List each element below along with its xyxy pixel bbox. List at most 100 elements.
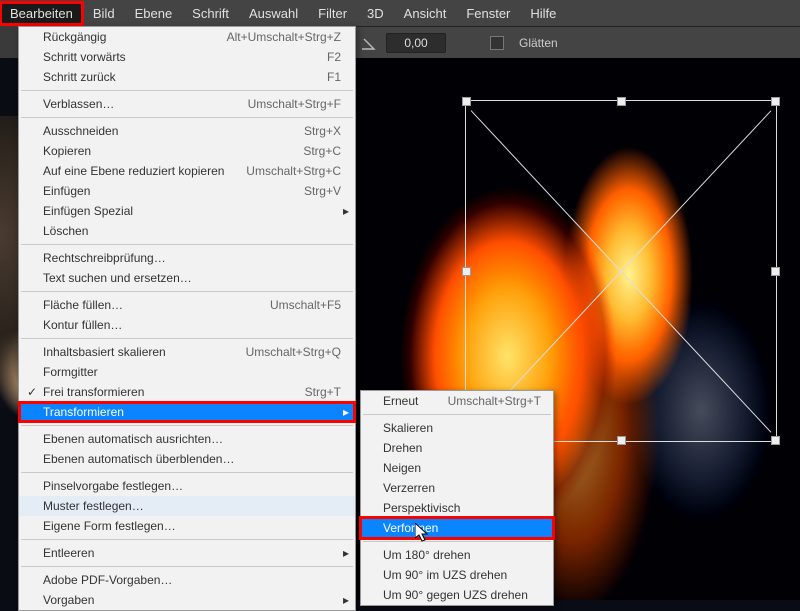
handle-tl[interactable] (462, 97, 471, 106)
transform-submenu: ErneutUmschalt+Strg+T Skalieren Drehen Neig… (360, 390, 554, 606)
edit-item-eigene-form-festlegen[interactable]: Eigene Form festlegen… (19, 516, 355, 536)
submenu-item-shortcut: Umschalt+Strg+T (448, 394, 541, 408)
menu-item-label: Ebenen automatisch überblenden… (43, 452, 341, 466)
menu-item-shortcut: F2 (327, 50, 341, 64)
submenu-item-label: Erneut (383, 394, 448, 408)
edit-item-adobe-pdf-vorgaben[interactable]: Adobe PDF-Vorgaben… (19, 570, 355, 590)
edit-item-rechtschreibpr-fung[interactable]: Rechtschreibprüfung… (19, 248, 355, 268)
menu-item-label: Verblassen… (43, 97, 248, 111)
menu-item-shortcut: F1 (327, 70, 341, 84)
edit-item-ausschneiden[interactable]: AusschneidenStrg+X (19, 121, 355, 141)
handle-tm[interactable] (617, 97, 626, 106)
edit-item-l-schen[interactable]: Löschen (19, 221, 355, 241)
menu-filter[interactable]: Filter (308, 2, 357, 25)
edit-item-verblassen[interactable]: Verblassen…Umschalt+Strg+F (19, 94, 355, 114)
menu-fenster[interactable]: Fenster (456, 2, 520, 25)
edit-item-vorgaben[interactable]: Vorgaben▸ (19, 590, 355, 610)
handle-ml[interactable] (462, 267, 471, 276)
edit-item-ebenen-automatisch-ausrichten[interactable]: Ebenen automatisch ausrichten… (19, 429, 355, 449)
edit-item-schritt-vorw-rts[interactable]: Schritt vorwärtsF2 (19, 47, 355, 67)
menu-item-shortcut: Strg+V (304, 184, 341, 198)
menu-item-label: Adobe PDF-Vorgaben… (43, 573, 341, 587)
menu-item-label: Einfügen Spezial (43, 204, 341, 218)
menu-item-label: Kopieren (43, 144, 303, 158)
menu-item-label: Ausschneiden (43, 124, 304, 138)
submenu-arrow-icon: ▸ (343, 405, 349, 419)
edit-item-auf-eine-ebene-reduziert-kopieren[interactable]: Auf eine Ebene reduziert kopierenUmschal… (19, 161, 355, 181)
submenu-item-label: Perspektivisch (383, 501, 541, 515)
edit-item-kopieren[interactable]: KopierenStrg+C (19, 141, 355, 161)
menu-item-label: Formgitter (43, 365, 341, 379)
transform-item-skalieren[interactable]: Skalieren (361, 418, 553, 438)
menu-item-label: Inhaltsbasiert skalieren (43, 345, 246, 359)
menu-item-label: Rechtschreibprüfung… (43, 251, 341, 265)
handle-mr[interactable] (771, 267, 780, 276)
submenu-item-label: Verformen (383, 521, 541, 535)
menu-bild[interactable]: Bild (83, 2, 125, 25)
submenu-item-label: Um 180° drehen (383, 548, 541, 562)
smooth-label: Glätten (519, 36, 558, 50)
submenu-item-label: Verzerren (383, 481, 541, 495)
menu-item-label: Pinselvorgabe festlegen… (43, 479, 341, 493)
menu-item-label: Eigene Form festlegen… (43, 519, 341, 533)
edit-item-entleeren[interactable]: Entleeren▸ (19, 543, 355, 563)
menu-hilfe[interactable]: Hilfe (520, 2, 566, 25)
edit-item-transformieren[interactable]: Transformieren▸ (19, 402, 355, 422)
edit-item-ebenen-automatisch-berblenden[interactable]: Ebenen automatisch überblenden… (19, 449, 355, 469)
submenu-item-label: Drehen (383, 441, 541, 455)
tool-strip (0, 26, 18, 60)
edit-item-frei-transformieren[interactable]: ✓Frei transformierenStrg+T (19, 382, 355, 402)
transform-item-verformen[interactable]: Verformen (361, 518, 553, 538)
submenu-arrow-icon: ▸ (343, 593, 349, 607)
edit-item-einf-gen-spezial[interactable]: Einfügen Spezial▸ (19, 201, 355, 221)
menu-item-shortcut: Strg+C (303, 144, 341, 158)
submenu-arrow-icon: ▸ (343, 546, 349, 560)
transform-item-erneut[interactable]: ErneutUmschalt+Strg+T (361, 391, 553, 411)
angle-input[interactable]: 0,00 (386, 33, 446, 53)
submenu-item-label: Neigen (383, 461, 541, 475)
handle-bm[interactable] (617, 436, 626, 445)
transform-item-drehen[interactable]: Drehen (361, 438, 553, 458)
menu-ansicht[interactable]: Ansicht (394, 2, 457, 25)
menu-item-shortcut: Umschalt+Strg+F (248, 97, 341, 111)
smooth-checkbox[interactable] (490, 36, 504, 50)
menu-item-label: Auf eine Ebene reduziert kopieren (43, 164, 246, 178)
edit-item-text-suchen-und-ersetzen[interactable]: Text suchen und ersetzen… (19, 268, 355, 288)
angle-icon (360, 35, 376, 51)
transform-item-neigen[interactable]: Neigen (361, 458, 553, 478)
menu-item-label: Entleeren (43, 546, 341, 560)
transform-item-um-90-gegen-uzs-drehen[interactable]: Um 90° gegen UZS drehen (361, 585, 553, 605)
edit-item-kontur-f-llen[interactable]: Kontur füllen… (19, 315, 355, 335)
handle-tr[interactable] (771, 97, 780, 106)
menu-item-label: Löschen (43, 224, 341, 238)
edit-item-schritt-zur-ck[interactable]: Schritt zurückF1 (19, 67, 355, 87)
menu-ebene[interactable]: Ebene (125, 2, 183, 25)
menu-auswahl[interactable]: Auswahl (239, 2, 308, 25)
transform-item-verzerren[interactable]: Verzerren (361, 478, 553, 498)
transform-item-perspektivisch[interactable]: Perspektivisch (361, 498, 553, 518)
edit-item-r-ckg-ngig[interactable]: RückgängigAlt+Umschalt+Strg+Z (19, 27, 355, 47)
menu-item-shortcut: Umschalt+Strg+C (246, 164, 341, 178)
edit-item-einf-gen[interactable]: EinfügenStrg+V (19, 181, 355, 201)
menu-item-shortcut: Umschalt+Strg+Q (246, 345, 341, 359)
menu-bearbeiten[interactable]: Bearbeiten (0, 2, 83, 25)
edit-item-formgitter[interactable]: Formgitter (19, 362, 355, 382)
menu-item-label: Frei transformieren (43, 385, 305, 399)
menu-schrift[interactable]: Schrift (182, 2, 239, 25)
menu-item-label: Rückgängig (43, 30, 227, 44)
edit-item-muster-festlegen[interactable]: Muster festlegen… (19, 496, 355, 516)
menu-item-label: Transformieren (43, 405, 341, 419)
menu-item-label: Einfügen (43, 184, 304, 198)
submenu-item-label: Skalieren (383, 421, 541, 435)
transform-item-um-90-im-uzs-drehen[interactable]: Um 90° im UZS drehen (361, 565, 553, 585)
menu-item-shortcut: Umschalt+F5 (270, 298, 341, 312)
edit-item-fl-che-f-llen[interactable]: Fläche füllen…Umschalt+F5 (19, 295, 355, 315)
submenu-item-label: Um 90° im UZS drehen (383, 568, 541, 582)
edit-item-inhaltsbasiert-skalieren[interactable]: Inhaltsbasiert skalierenUmschalt+Strg+Q (19, 342, 355, 362)
edit-item-pinselvorgabe-festlegen[interactable]: Pinselvorgabe festlegen… (19, 476, 355, 496)
menubar: Bearbeiten Bild Ebene Schrift Auswahl Fi… (0, 0, 800, 27)
menu-item-label: Muster festlegen… (43, 499, 341, 513)
menu-3d[interactable]: 3D (357, 2, 394, 25)
transform-item-um-180-drehen[interactable]: Um 180° drehen (361, 545, 553, 565)
handle-br[interactable] (771, 436, 780, 445)
